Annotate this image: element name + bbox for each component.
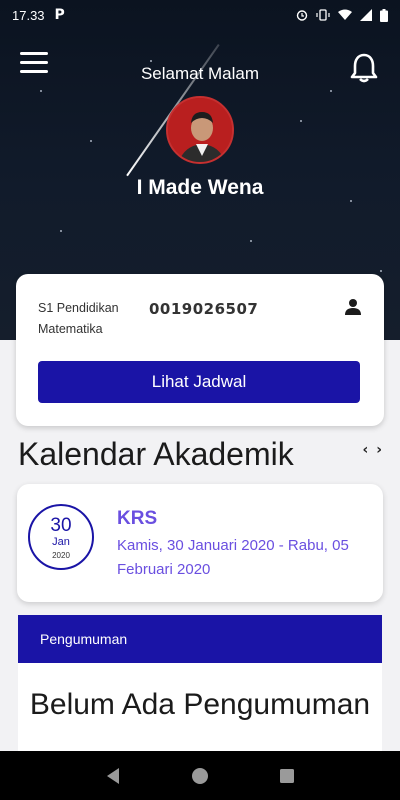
calendar-nav: ‹ › [362,442,382,458]
profile-card: S1 Pendidikan Matematika 0019026507 Liha… [16,274,384,426]
calendar-event-card[interactable]: 30 Jan 2020 KRS Kamis, 30 Januari 2020 -… [17,484,383,602]
wifi-icon [338,9,352,20]
announcements-empty-message: Belum Ada Pengumuman [29,688,371,721]
system-nav-bar [0,751,400,800]
back-icon[interactable] [104,767,122,785]
greeting-text: Selamat Malam [140,64,260,83]
chevron-right-icon[interactable]: › [376,442,382,458]
event-day: 30 [50,515,72,536]
recents-icon[interactable] [278,767,296,785]
event-date-range: Kamis, 30 Januari 2020 - Rabu, 05 Februa… [117,537,349,578]
id-number: 0019026507 [149,300,259,318]
alarm-icon [296,10,308,21]
chevron-left-icon[interactable]: ‹ [362,442,368,458]
announcements-card: Pengumuman Belum Ada Pengumuman [18,615,382,755]
signal-icon [360,9,372,21]
event-year: 2020 [52,551,70,560]
status-time: 17.33 [12,7,45,23]
user-name: I Made Wena [136,176,264,199]
status-bar: 17.33 P [0,0,400,30]
study-program: S1 Pendidikan Matematika [38,301,119,336]
hamburger-icon [20,52,48,55]
event-month: Jan [52,536,70,548]
event-title: KRS [117,508,158,529]
person-icon[interactable] [344,298,362,316]
home-icon[interactable] [191,767,209,785]
vibrate-icon [316,9,330,21]
view-schedule-button[interactable]: Lihat Jadwal [38,361,360,403]
battery-icon [380,8,388,22]
avatar[interactable] [166,96,234,164]
status-icons [296,8,388,22]
calendar-title: Kalendar Akademik [18,436,294,472]
app-notification-icon: P [54,7,65,23]
announcements-header: Pengumuman [18,615,382,663]
event-date-badge: 30 Jan 2020 [28,504,94,570]
